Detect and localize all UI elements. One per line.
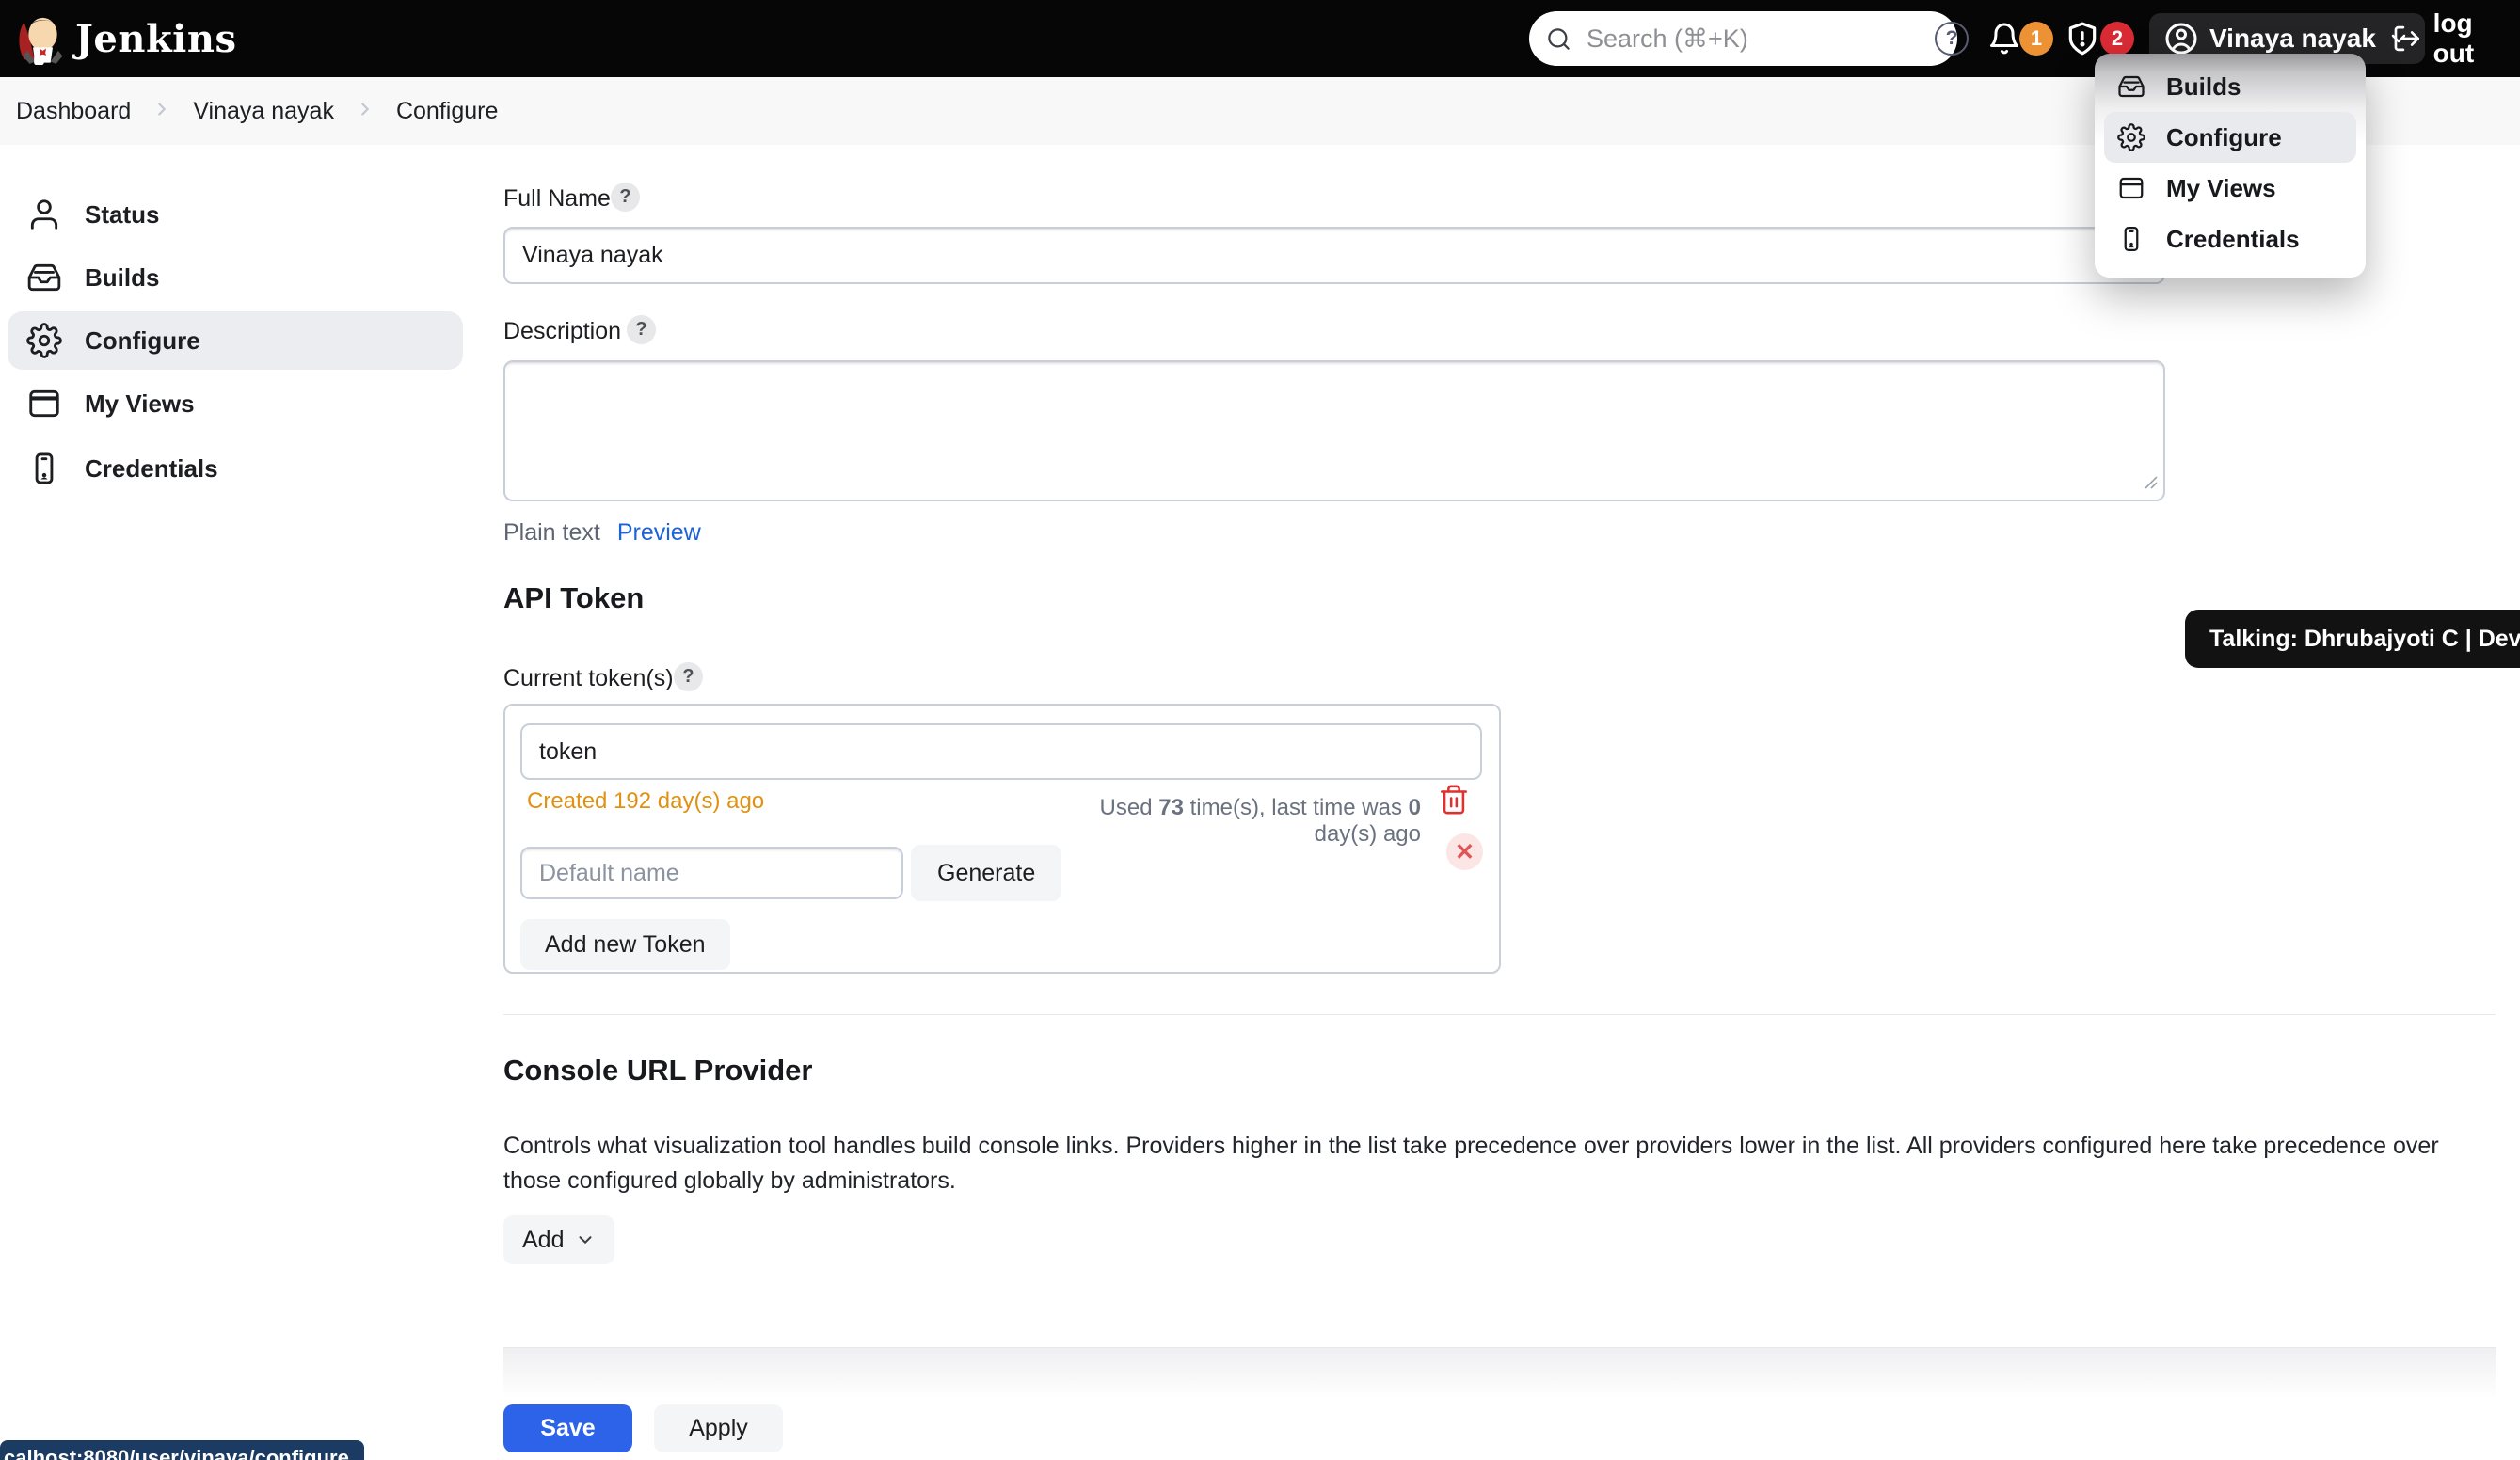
window-icon	[2117, 174, 2145, 202]
add-new-token-button[interactable]: Add new Token	[520, 919, 730, 970]
user-circle-icon	[2164, 22, 2198, 56]
breadcrumb-configure[interactable]: Configure	[396, 98, 498, 125]
sidebar-item-configure[interactable]: Configure	[8, 311, 463, 370]
search-input[interactable]	[1585, 24, 1922, 55]
apply-button[interactable]: Apply	[654, 1404, 783, 1452]
bell-count-badge[interactable]: 1	[2019, 22, 2053, 56]
api-token-heading: API Token	[503, 581, 644, 615]
full-name-help-icon[interactable]: ?	[611, 182, 640, 212]
token-last-used-count: 0	[1409, 795, 1421, 820]
console-url-description: Controls what visualization tool handles…	[503, 1129, 2498, 1198]
security-warnings-button[interactable]	[2065, 21, 2100, 56]
current-tokens-help-icon[interactable]: ?	[674, 662, 703, 691]
full-name-input[interactable]	[503, 227, 2165, 284]
sidebar-item-label: Builds	[85, 263, 159, 293]
description-mode-row: Plain text Preview	[503, 519, 701, 547]
preview-link[interactable]: Preview	[617, 519, 701, 547]
menu-item-label: Configure	[2166, 123, 2282, 152]
credentials-icon	[26, 451, 62, 486]
gear-icon	[26, 323, 62, 358]
sidebar-item-label: Configure	[85, 326, 200, 356]
x-icon: ✕	[1455, 838, 1475, 866]
user-name: Vinaya nayak	[2209, 24, 2376, 54]
add-provider-button[interactable]: Add	[503, 1215, 614, 1264]
add-provider-label: Add	[522, 1227, 564, 1254]
section-divider	[503, 1014, 2496, 1015]
search-icon	[1546, 26, 1571, 52]
jenkins-butler-icon	[13, 12, 66, 65]
builds-icon	[26, 260, 62, 295]
gear-icon	[2117, 123, 2145, 151]
generate-token-button[interactable]: Generate	[911, 845, 1061, 901]
search-help-icon[interactable]: ?	[1935, 22, 1969, 56]
shield-exclamation-icon	[2065, 21, 2100, 56]
menu-item-label: My Views	[2166, 174, 2276, 203]
logout-icon	[2392, 24, 2422, 54]
window-icon	[26, 386, 62, 421]
console-url-heading: Console URL Provider	[503, 1054, 812, 1087]
brand-name: Jenkins	[75, 17, 236, 61]
resize-grip-icon[interactable]	[2142, 473, 2159, 495]
bell-icon	[1987, 22, 2021, 56]
footer-band	[503, 1348, 2496, 1400]
credentials-icon	[2117, 225, 2145, 253]
menu-item-credentials[interactable]: Credentials	[2104, 214, 2356, 264]
sidebar-item-my-views[interactable]: My Views	[8, 374, 463, 433]
menu-item-builds[interactable]: Builds	[2104, 61, 2356, 112]
logout-button[interactable]: log out	[2392, 8, 2520, 69]
search-box: ?	[1529, 11, 1957, 66]
sidebar-item-label: Credentials	[85, 454, 218, 484]
user-dropdown-menu: Builds Configure My Views Credentials	[2095, 54, 2366, 278]
logout-label: log out	[2433, 8, 2520, 69]
sidebar-item-credentials[interactable]: Credentials	[8, 439, 463, 498]
sidebar-item-label: My Views	[85, 389, 195, 419]
sidebar-item-label: Status	[85, 200, 159, 230]
jenkins-logo[interactable]: Jenkins	[13, 12, 236, 65]
description-label: Description	[503, 318, 621, 345]
description-help-icon[interactable]: ?	[627, 315, 656, 344]
menu-item-label: Credentials	[2166, 225, 2300, 254]
builds-icon	[2117, 72, 2145, 101]
menu-item-my-views[interactable]: My Views	[2104, 163, 2356, 214]
token-created-text: Created 192 day(s) ago	[527, 788, 764, 815]
full-name-label: Full Name	[503, 185, 611, 213]
cancel-token-button[interactable]: ✕	[1446, 833, 1483, 870]
save-button[interactable]: Save	[503, 1404, 632, 1452]
new-token-name-input[interactable]	[520, 847, 903, 899]
breadcrumb-user[interactable]: Vinaya nayak	[193, 98, 334, 125]
breadcrumb-separator-icon	[355, 99, 375, 124]
token-used-text: Used 73 time(s), last time was 0 day(s) …	[1072, 795, 1421, 848]
jenkins-user-configure-page: Jenkins ? 1 2 Vinaya nayak log out Dashb…	[0, 0, 2520, 1460]
trash-icon	[1438, 784, 1470, 816]
menu-item-configure[interactable]: Configure	[2104, 112, 2356, 163]
menu-item-label: Builds	[2166, 72, 2241, 102]
delete-token-button[interactable]	[1438, 784, 1470, 820]
breadcrumb-separator-icon	[152, 99, 172, 124]
breadcrumb-dashboard[interactable]: Dashboard	[16, 98, 131, 125]
description-textarea[interactable]	[503, 360, 2165, 501]
sidebar-item-builds[interactable]: Builds	[8, 248, 463, 307]
sidebar-item-status[interactable]: Status	[8, 185, 463, 244]
current-tokens-label: Current token(s)	[503, 665, 674, 692]
status-url-tooltip: calhost:8080/user/vinaya/configure	[0, 1440, 364, 1460]
token-used-count: 73	[1158, 795, 1184, 820]
security-count-badge[interactable]: 2	[2100, 22, 2134, 56]
notifications-bell-button[interactable]	[1987, 22, 2021, 56]
person-icon	[26, 197, 62, 232]
plain-text-label: Plain text	[503, 519, 600, 547]
token-name-input[interactable]	[520, 723, 1482, 780]
chevron-down-icon	[575, 1230, 596, 1250]
talking-tooltip: Talking: Dhrubajyoti C | DevRel En...	[2185, 610, 2520, 668]
